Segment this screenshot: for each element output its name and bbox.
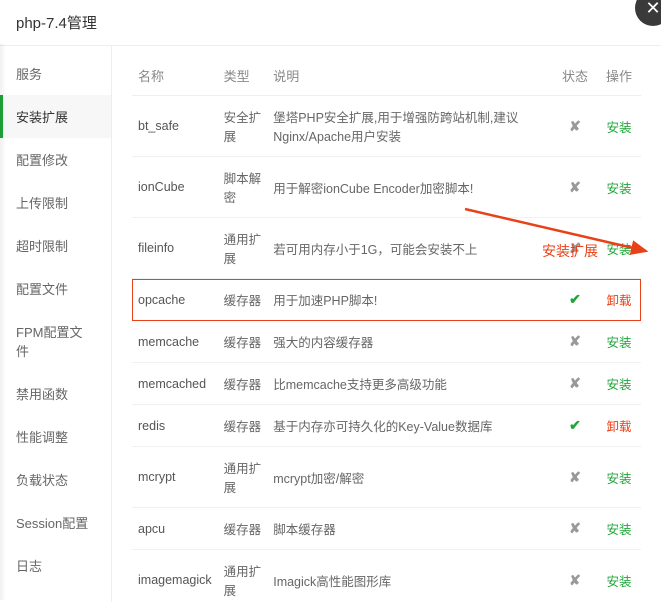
modal-body: 服务安装扩展配置修改上传限制超时限制配置文件FPM配置文件禁用函数性能调整负载状… <box>0 46 661 602</box>
table-row: bt_safe安全扩展堡塔PHP安全扩展,用于增强防跨站机制,建议Nginx/A… <box>132 96 641 157</box>
ext-name: memcached <box>132 363 218 405</box>
x-icon: ✘ <box>553 363 597 405</box>
ext-type: 安全扩展 <box>218 96 268 157</box>
ext-desc: 强大的内容缓存器 <box>267 321 553 363</box>
ext-type: 脚本解密 <box>218 157 268 218</box>
sidebar-item-5[interactable]: 配置文件 <box>0 267 111 310</box>
x-icon: ✘ <box>553 96 597 157</box>
install-link[interactable]: 安装 <box>606 243 631 257</box>
ext-desc: 堡塔PHP安全扩展,用于增强防跨站机制,建议Nginx/Apache用户安装 <box>267 96 553 157</box>
col-desc: 说明 <box>267 56 553 96</box>
x-icon: ✘ <box>553 157 597 218</box>
extensions-table: 名称 类型 说明 状态 操作 bt_safe安全扩展堡塔PHP安全扩展,用于增强… <box>132 56 641 602</box>
ext-desc: 基于内存亦可持久化的Key-Value数据库 <box>267 405 553 447</box>
sidebar-item-10[interactable]: Session配置 <box>0 501 111 544</box>
table-row: fileinfo通用扩展若可用内存小于1G，可能会安装不上✘ 安装 <box>132 218 641 279</box>
install-link[interactable]: 安装 <box>606 182 631 196</box>
sidebar-item-1[interactable]: 安装扩展 <box>0 95 111 138</box>
ext-op: 安装 <box>597 96 641 157</box>
col-type: 类型 <box>218 56 268 96</box>
uninstall-link[interactable]: 卸载 <box>606 294 631 308</box>
ext-desc: 比memcache支持更多高级功能 <box>267 363 553 405</box>
content-pane: 名称 类型 说明 状态 操作 bt_safe安全扩展堡塔PHP安全扩展,用于增强… <box>112 46 661 602</box>
col-op: 操作 <box>597 56 641 96</box>
ext-name: imagemagick <box>132 550 218 602</box>
check-icon: ✔ <box>553 405 597 447</box>
ext-type: 缓存器 <box>218 508 268 550</box>
ext-type: 通用扩展 <box>218 550 268 602</box>
install-link[interactable]: 安装 <box>606 336 631 350</box>
ext-op: 安装 <box>597 363 641 405</box>
install-link[interactable]: 安装 <box>606 523 631 537</box>
ext-name: mcrypt <box>132 447 218 508</box>
ext-op: 安装 <box>597 321 641 363</box>
uninstall-link[interactable]: 卸载 <box>606 420 631 434</box>
table-row: opcache缓存器用于加速PHP脚本!✔ 卸载 <box>132 279 641 321</box>
ext-desc: Imagick高性能图形库 <box>267 550 553 602</box>
ext-op: 安装 <box>597 508 641 550</box>
ext-desc: mcrypt加密/解密 <box>267 447 553 508</box>
sidebar-item-0[interactable]: 服务 <box>0 52 111 95</box>
ext-name: ionCube <box>132 157 218 218</box>
sidebar: 服务安装扩展配置修改上传限制超时限制配置文件FPM配置文件禁用函数性能调整负载状… <box>0 46 112 602</box>
modal-title: php-7.4管理 <box>16 15 97 32</box>
ext-op: 卸载 <box>597 405 641 447</box>
table-row: memcache缓存器强大的内容缓存器✘ 安装 <box>132 321 641 363</box>
ext-desc: 用于加速PHP脚本! <box>267 279 553 321</box>
x-icon: ✘ <box>553 218 597 279</box>
table-row: ionCube脚本解密用于解密ionCube Encoder加密脚本!✘ 安装 <box>132 157 641 218</box>
ext-op: 安装 <box>597 550 641 602</box>
ext-op: 安装 <box>597 157 641 218</box>
ext-op: 安装 <box>597 447 641 508</box>
table-row: imagemagick通用扩展Imagick高性能图形库✘ 安装 <box>132 550 641 602</box>
sidebar-item-8[interactable]: 性能调整 <box>0 415 111 458</box>
sidebar-item-3[interactable]: 上传限制 <box>0 181 111 224</box>
modal-header: php-7.4管理 ✕ <box>0 0 661 46</box>
ext-desc: 若可用内存小于1G，可能会安装不上 <box>267 218 553 279</box>
ext-type: 缓存器 <box>218 405 268 447</box>
install-link[interactable]: 安装 <box>606 575 631 589</box>
ext-name: redis <box>132 405 218 447</box>
ext-name: fileinfo <box>132 218 218 279</box>
ext-op: 安装 <box>597 218 641 279</box>
install-link[interactable]: 安装 <box>606 378 631 392</box>
ext-op: 卸载 <box>597 279 641 321</box>
table-row: memcached缓存器比memcache支持更多高级功能✘ 安装 <box>132 363 641 405</box>
ext-name: memcache <box>132 321 218 363</box>
ext-name: opcache <box>132 279 218 321</box>
col-status: 状态 <box>553 56 597 96</box>
ext-type: 通用扩展 <box>218 218 268 279</box>
check-icon: ✔ <box>553 279 597 321</box>
x-icon: ✘ <box>553 447 597 508</box>
ext-type: 通用扩展 <box>218 447 268 508</box>
install-link[interactable]: 安装 <box>606 472 631 486</box>
php-manage-modal: php-7.4管理 ✕ 服务安装扩展配置修改上传限制超时限制配置文件FPM配置文… <box>0 0 661 600</box>
install-link[interactable]: 安装 <box>606 121 631 135</box>
ext-desc: 脚本缓存器 <box>267 508 553 550</box>
sidebar-item-11[interactable]: 日志 <box>0 544 111 587</box>
sidebar-item-9[interactable]: 负载状态 <box>0 458 111 501</box>
x-icon: ✘ <box>553 508 597 550</box>
x-icon: ✘ <box>553 321 597 363</box>
table-row: redis缓存器基于内存亦可持久化的Key-Value数据库✔ 卸载 <box>132 405 641 447</box>
sidebar-item-6[interactable]: FPM配置文件 <box>0 310 111 372</box>
ext-type: 缓存器 <box>218 279 268 321</box>
table-row: apcu缓存器脚本缓存器✘ 安装 <box>132 508 641 550</box>
sidebar-item-2[interactable]: 配置修改 <box>0 138 111 181</box>
ext-name: apcu <box>132 508 218 550</box>
ext-type: 缓存器 <box>218 321 268 363</box>
ext-desc: 用于解密ionCube Encoder加密脚本! <box>267 157 553 218</box>
ext-name: bt_safe <box>132 96 218 157</box>
col-name: 名称 <box>132 56 218 96</box>
table-row: mcrypt通用扩展mcrypt加密/解密✘ 安装 <box>132 447 641 508</box>
sidebar-item-7[interactable]: 禁用函数 <box>0 372 111 415</box>
x-icon: ✘ <box>553 550 597 602</box>
sidebar-item-4[interactable]: 超时限制 <box>0 224 111 267</box>
ext-type: 缓存器 <box>218 363 268 405</box>
close-icon[interactable]: ✕ <box>635 0 661 26</box>
